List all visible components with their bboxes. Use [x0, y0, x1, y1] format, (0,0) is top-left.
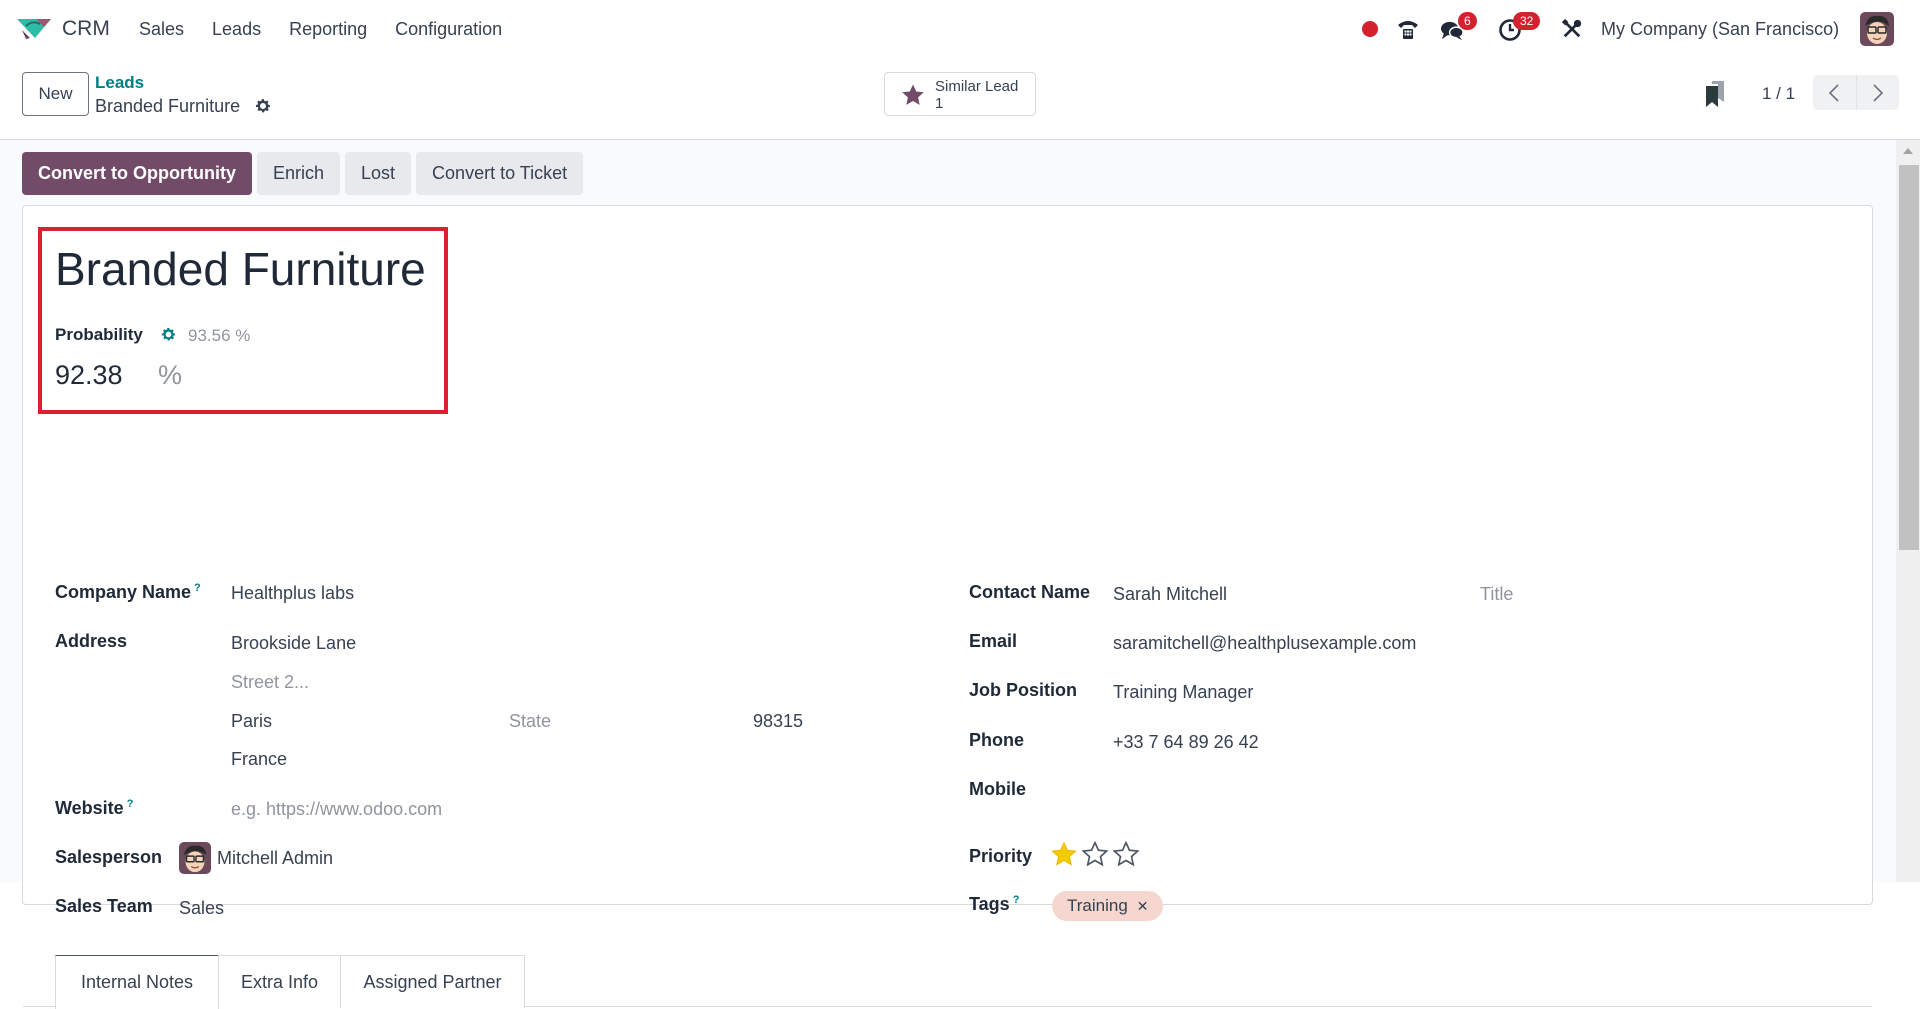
help-icon[interactable]: ?: [194, 582, 201, 594]
zip-field[interactable]: 98315: [753, 711, 803, 732]
status-dot-icon[interactable]: [1362, 21, 1378, 37]
similar-lead-smart-button[interactable]: Similar Lead 1: [884, 72, 1036, 116]
priority-label: Priority: [969, 846, 1033, 866]
star-filled-icon[interactable]: [1051, 841, 1077, 867]
menu-configuration[interactable]: Configuration: [395, 19, 502, 40]
help-icon[interactable]: ?: [1013, 894, 1020, 906]
website-field[interactable]: e.g. https://www.odoo.com: [231, 799, 442, 820]
automated-probability: 93.56 %: [188, 326, 251, 345]
pager-value[interactable]: 1 / 1: [1762, 84, 1795, 104]
tab-extra-info[interactable]: Extra Info: [218, 955, 341, 1008]
app-name[interactable]: CRM: [62, 17, 110, 41]
tags-label: Tags?: [969, 894, 1020, 914]
email-field[interactable]: saramitchell@healthplusexample.com: [1113, 633, 1416, 654]
gear-icon[interactable]: [254, 97, 272, 115]
star-empty-icon[interactable]: [1082, 841, 1108, 867]
mobile-label: Mobile: [969, 779, 1026, 799]
probability-unit: %: [158, 360, 183, 390]
contact-name-label: Contact Name: [969, 582, 1091, 602]
pager-next-button[interactable]: [1857, 75, 1900, 110]
top-navbar: CRM Sales Leads Reporting Configuration …: [0, 0, 1920, 58]
salesperson-field[interactable]: Mitchell Admin: [217, 848, 333, 869]
star-icon: [902, 84, 924, 105]
gear-icon[interactable]: [160, 326, 177, 343]
main-menu: Sales Leads Reporting Configuration: [139, 19, 530, 40]
tag-badge: Training ✕: [1052, 891, 1163, 921]
lead-title-field[interactable]: Branded Furniture: [55, 242, 426, 296]
chevron-left-icon: [1829, 83, 1839, 102]
notebook-tabs: Internal Notes Extra Info Assigned Partn…: [23, 955, 1872, 1009]
salesperson-avatar: [179, 842, 211, 874]
activities-count-badge: 32: [1513, 12, 1541, 30]
crm-app-logo-icon[interactable]: [16, 16, 52, 40]
phone-field[interactable]: +33 7 64 89 26 42: [1113, 732, 1259, 753]
city-field[interactable]: Paris: [231, 711, 272, 732]
status-bar-actions: Convert to Opportunity Enrich Lost Conve…: [22, 152, 584, 195]
company-switcher[interactable]: My Company (San Francisco): [1601, 19, 1839, 40]
menu-sales[interactable]: Sales: [139, 19, 184, 40]
probability-label: Probability: [55, 325, 143, 344]
form-sheet: Branded Furniture Probability 93.56 % 92…: [22, 205, 1873, 1009]
address-label: Address: [55, 631, 128, 651]
form-view: Convert to Opportunity Enrich Lost Conve…: [0, 140, 1896, 1009]
phone-label: Phone: [969, 730, 1025, 750]
smart-button-label: Similar Lead: [935, 78, 1019, 95]
tab-internal-notes[interactable]: Internal Notes: [55, 955, 219, 1009]
user-avatar[interactable]: [1860, 12, 1894, 46]
street2-field[interactable]: Street 2...: [231, 672, 309, 693]
control-panel: New Leads Branded Furniture Similar Lead…: [0, 58, 1920, 140]
tag-label: Training: [1067, 896, 1128, 915]
help-icon[interactable]: ?: [127, 798, 134, 810]
sales-team-field[interactable]: Sales: [179, 898, 224, 919]
website-label: Website?: [55, 798, 134, 818]
company-name-field[interactable]: Healthplus labs: [231, 583, 354, 604]
enrich-button[interactable]: Enrich: [256, 152, 341, 195]
lost-button[interactable]: Lost: [345, 152, 412, 195]
company-name-label: Company Name?: [55, 582, 201, 602]
title-field[interactable]: Title: [1480, 584, 1513, 605]
convert-to-ticket-button[interactable]: Convert to Ticket: [416, 152, 584, 195]
state-field[interactable]: State: [509, 711, 551, 732]
contact-name-field[interactable]: Sarah Mitchell: [1113, 584, 1227, 605]
mobile-field[interactable]: [1113, 781, 1513, 803]
menu-reporting[interactable]: Reporting: [289, 19, 367, 40]
email-label: Email: [969, 631, 1018, 651]
chevron-right-icon: [1873, 83, 1883, 102]
star-empty-icon[interactable]: [1113, 841, 1139, 867]
pager-buttons: [1813, 75, 1899, 110]
street-field[interactable]: Brookside Lane: [231, 633, 356, 654]
breadcrumb-current: Branded Furniture: [95, 96, 241, 116]
menu-leads[interactable]: Leads: [212, 19, 261, 40]
tab-assigned-partner[interactable]: Assigned Partner: [340, 955, 525, 1008]
bookmark-icon[interactable]: [1704, 80, 1726, 108]
vertical-scrollbar[interactable]: [1896, 140, 1920, 882]
messages-count-badge: 6: [1458, 12, 1477, 30]
scrollbar-thumb[interactable]: [1899, 165, 1919, 550]
sales-team-label: Sales Team: [55, 896, 153, 916]
priority-stars: [1051, 841, 1139, 867]
breadcrumb-leads-link[interactable]: Leads: [95, 73, 144, 93]
job-position-field[interactable]: Training Manager: [1113, 682, 1253, 703]
salesperson-label: Salesperson: [55, 847, 163, 867]
pager-previous-button[interactable]: [1813, 75, 1857, 110]
convert-to-opportunity-button[interactable]: Convert to Opportunity: [22, 152, 252, 195]
new-button[interactable]: New: [22, 72, 89, 116]
tools-icon[interactable]: [1561, 18, 1583, 40]
scroll-up-arrow-icon[interactable]: [1896, 140, 1920, 162]
country-field[interactable]: France: [231, 749, 287, 770]
smart-button-count: 1: [935, 95, 944, 112]
probability-input[interactable]: 92.38: [55, 360, 123, 391]
tag-remove-icon[interactable]: ✕: [1137, 898, 1149, 915]
job-position-label: Job Position: [969, 680, 1077, 700]
phone-icon[interactable]: [1396, 17, 1420, 41]
